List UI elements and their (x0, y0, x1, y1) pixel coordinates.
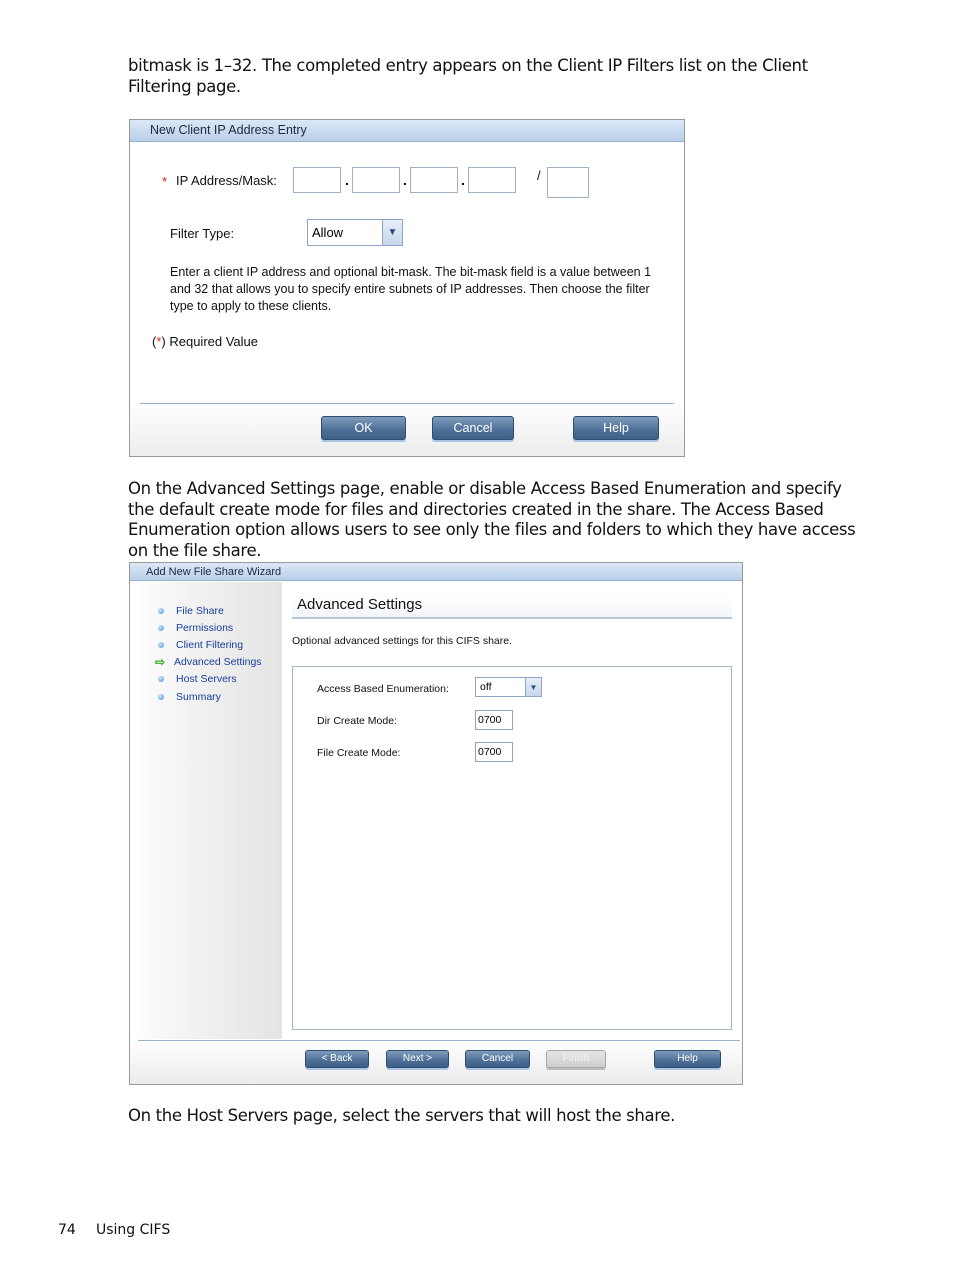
wizard-step-label: Permissions (176, 621, 234, 634)
ip-octet-3-input[interactable] (410, 167, 458, 193)
bullet-icon (158, 607, 164, 614)
bullet-icon (158, 641, 164, 648)
mask-input[interactable] (547, 167, 589, 198)
next-button[interactable]: Next > (386, 1050, 449, 1068)
ip-octet-4-input[interactable] (468, 167, 516, 193)
abe-value: off (480, 681, 492, 693)
required-note-text: ) Required Value (161, 334, 258, 349)
page-number: 74 (58, 1222, 76, 1238)
page-description: Optional advanced settings for this CIFS… (292, 635, 513, 647)
section-title: Using CIFS (96, 1222, 171, 1238)
settings-panel: Access Based Enumeration: off ▼ Dir Crea… (292, 666, 732, 1030)
ip-octet-2-input[interactable] (352, 167, 400, 193)
filter-type-label: Filter Type: (170, 226, 235, 241)
cancel-button[interactable]: Cancel (432, 416, 514, 440)
ip-octet-1-input[interactable] (293, 167, 341, 193)
wizard-step-label: Summary (176, 690, 221, 703)
dialog-title: New Client IP Address Entry (130, 120, 684, 142)
wizard-step-summary[interactable]: Summary (150, 688, 262, 705)
wizard-step-client-filtering[interactable]: Client Filtering (150, 636, 262, 653)
arrow-right-icon: ⇨ (155, 655, 166, 670)
filter-type-select[interactable]: Allow ▼ (307, 219, 403, 246)
file-create-mode-label: File Create Mode: (317, 747, 401, 759)
wizard-step-host-servers[interactable]: Host Servers (150, 671, 262, 688)
filter-type-value: Allow (312, 225, 344, 240)
wizard-title: Add New File Share Wizard (130, 563, 742, 581)
host-servers-paragraph: On the Host Servers page, select the ser… (128, 1106, 676, 1125)
octet-separator: . (345, 172, 349, 188)
wizard-step-file-share[interactable]: File Share (150, 602, 262, 619)
help-button[interactable]: Help (573, 416, 659, 440)
chevron-down-icon[interactable]: ▼ (382, 220, 402, 245)
page-title: Advanced Settings (292, 596, 732, 619)
back-button[interactable]: < Back (305, 1050, 369, 1068)
wizard-step-permissions[interactable]: Permissions (150, 619, 262, 636)
abe-select[interactable]: off ▼ (475, 677, 542, 697)
finish-button[interactable]: Finish (546, 1050, 606, 1068)
wizard-step-label: Host Servers (176, 673, 237, 686)
advanced-settings-paragraph: On the Advanced Settings page, enable or… (128, 479, 856, 560)
bullet-icon (158, 676, 164, 683)
wizard-steps-sidebar: File Share Permissions Client Filtering ⇨ Ad… (130, 582, 282, 1040)
add-file-share-wizard: Add New File Share Wizard File Share Perm… (129, 562, 743, 1085)
page-footer: 74 Using CIFS (58, 1222, 170, 1238)
dir-create-mode-input[interactable]: 0700 (475, 710, 513, 730)
required-note: (*) Required Value (152, 334, 258, 349)
bullet-icon (158, 624, 164, 631)
required-asterisk-icon: * (162, 174, 168, 189)
bullet-icon (158, 693, 164, 700)
mask-separator: / (537, 168, 541, 183)
wizard-step-label: Client Filtering (176, 638, 244, 651)
file-create-mode-input[interactable]: 0700 (475, 742, 513, 762)
intro-paragraph: bitmask is 1–32. The completed entry app… (128, 56, 808, 96)
footer-divider (138, 1040, 740, 1041)
abe-label: Access Based Enumeration: (317, 683, 449, 695)
wizard-step-label: File Share (176, 604, 224, 617)
wizard-step-advanced-settings[interactable]: ⇨ Advanced Settings (150, 654, 262, 671)
octet-separator: . (461, 172, 465, 188)
help-button[interactable]: Help (654, 1050, 721, 1068)
chevron-down-icon[interactable]: ▼ (525, 678, 541, 696)
help-text: Enter a client IP address and optional b… (170, 265, 652, 313)
cancel-button[interactable]: Cancel (465, 1050, 530, 1068)
ip-address-label: IP Address/Mask: (176, 173, 277, 188)
wizard-steps-list: File Share Permissions Client Filtering ⇨ Ad… (150, 602, 262, 705)
new-client-ip-dialog: New Client IP Address Entry * IP Address… (129, 119, 685, 457)
octet-separator: . (403, 172, 407, 188)
ok-button[interactable]: OK (321, 416, 406, 440)
footer-divider (140, 403, 674, 404)
dir-create-mode-label: Dir Create Mode: (317, 715, 397, 727)
wizard-step-label: Advanced Settings (174, 656, 262, 669)
